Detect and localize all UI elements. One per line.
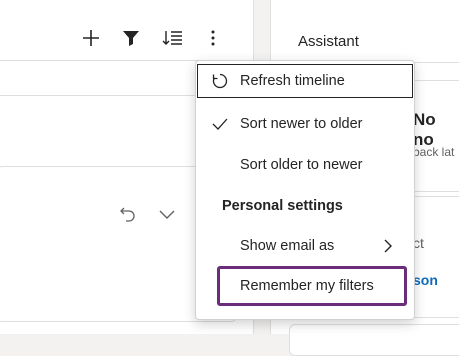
menu-item-refresh-timeline[interactable]: Refresh timeline: [196, 63, 414, 99]
timeline-toolbar: [0, 0, 253, 61]
menu-item-label: Sort older to newer: [240, 157, 363, 173]
chevron-down-icon[interactable]: [156, 203, 178, 225]
undo-icon[interactable]: [117, 203, 139, 225]
assistant-title: Assistant: [298, 33, 359, 50]
assistant-card-heading: No no: [413, 110, 436, 149]
menu-item-sort-older[interactable]: Sort older to newer: [196, 147, 414, 183]
menu-item-label: Show email as: [240, 238, 335, 254]
menu-item-show-email-as[interactable]: Show email as: [196, 228, 414, 264]
assistant-card-subtext: back lat: [413, 145, 455, 159]
highlight-box: [217, 266, 407, 306]
checkmark-icon: [210, 114, 230, 134]
chevron-right-icon: [378, 236, 398, 256]
refresh-icon: [210, 71, 230, 91]
menu-item-label: Sort newer to older: [240, 116, 363, 132]
add-icon[interactable]: [79, 26, 103, 50]
menu-item-sort-newer[interactable]: Sort newer to older: [196, 106, 414, 142]
menu-item-label: Refresh timeline: [240, 73, 345, 89]
sort-list-icon[interactable]: [161, 26, 185, 50]
assistant-card: [289, 324, 459, 356]
more-options-menu: Refresh timeline Sort newer to older Sor…: [195, 60, 415, 320]
more-options-icon[interactable]: [201, 26, 225, 50]
section-heading-personal-settings: Personal settings: [222, 198, 343, 214]
assistant-card-link[interactable]: son: [413, 272, 438, 288]
filter-icon[interactable]: [119, 26, 143, 50]
